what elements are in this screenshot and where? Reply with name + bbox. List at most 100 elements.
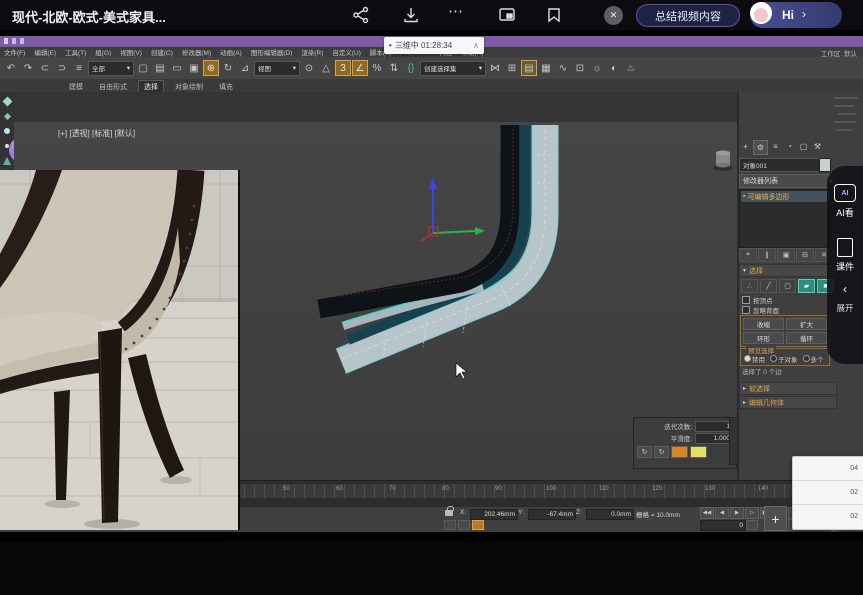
- select-object-icon[interactable]: ▢: [135, 60, 151, 76]
- window-crossing-icon[interactable]: ▣: [186, 60, 202, 76]
- preview-multi-radio[interactable]: 多个: [803, 354, 824, 364]
- ai-view-icon[interactable]: AI: [834, 184, 856, 202]
- ring-button[interactable]: 环形: [743, 332, 784, 344]
- bulb-icon[interactable]: [4, 128, 10, 134]
- set-key-icon[interactable]: [472, 520, 484, 530]
- download-icon[interactable]: [402, 6, 422, 24]
- modifier-list-dropdown[interactable]: 修改器列表▾: [739, 174, 837, 188]
- mirror-icon[interactable]: ⋈: [487, 60, 503, 76]
- ribbon-toggle-icon[interactable]: ▦: [538, 60, 554, 76]
- max-menu-icon[interactable]: [4, 38, 8, 44]
- menu-views[interactable]: 视图(V): [120, 47, 142, 57]
- named-selection-dropdown[interactable]: 创建选择集▾: [420, 61, 486, 76]
- close-icon[interactable]: ✕: [604, 6, 623, 25]
- caddy-yellow-swatch[interactable]: [690, 446, 707, 458]
- frame-number-field[interactable]: 0: [700, 520, 746, 531]
- tree-icon[interactable]: [3, 157, 11, 165]
- menu-graph-editors[interactable]: 图形编辑器(D): [251, 47, 293, 57]
- menu-customize[interactable]: 自定义(U): [332, 47, 361, 57]
- undo-icon[interactable]: ↶: [3, 60, 19, 76]
- utilities-tab-icon[interactable]: ⚒: [811, 140, 824, 153]
- hierarchy-tab-icon[interactable]: ≡: [769, 140, 782, 153]
- vertex-mode-icon[interactable]: ∴: [741, 279, 758, 293]
- menu-animation[interactable]: 动画(A): [220, 47, 242, 57]
- caddy-apply-icon[interactable]: ↻: [637, 446, 652, 458]
- dropdown-row[interactable]: 04: [793, 457, 863, 481]
- remove-modifier-icon[interactable]: ⊟: [796, 248, 814, 262]
- y-coordinate-field[interactable]: -67.4mm: [528, 509, 576, 520]
- redo-icon[interactable]: ↷: [20, 60, 36, 76]
- menu-file[interactable]: 文件(F): [4, 47, 25, 57]
- angle-snap-icon[interactable]: ∠: [352, 60, 368, 76]
- transform-gizmo[interactable]: [421, 177, 485, 241]
- sparkle-icon[interactable]: [2, 97, 12, 107]
- x-coordinate-field[interactable]: 202.46mm: [470, 509, 518, 520]
- courseware-icon[interactable]: [837, 238, 853, 257]
- z-coordinate-field[interactable]: 0.0mm: [586, 509, 634, 520]
- expand-label[interactable]: 展开: [827, 302, 863, 314]
- edit-geometry-rollout[interactable]: ▸编辑几何体: [739, 396, 837, 409]
- preview-subobj-radio[interactable]: 子对象: [770, 354, 798, 364]
- mini-player-icon[interactable]: [546, 6, 566, 24]
- menu-group[interactable]: 组(G): [95, 47, 111, 57]
- stack-item-editable-poly[interactable]: ▪可编辑多边形: [741, 191, 829, 202]
- grow-button[interactable]: 扩大: [786, 318, 827, 330]
- more-icon[interactable]: ⋯: [448, 2, 463, 20]
- selection-filter-dropdown[interactable]: 全部▾: [88, 61, 134, 76]
- max-undo-icon[interactable]: [20, 38, 24, 44]
- render-setup-icon[interactable]: ☼: [589, 60, 605, 76]
- display-tab-icon[interactable]: ▢: [797, 140, 810, 153]
- play-animation-icon[interactable]: ▶: [730, 507, 744, 519]
- courseware-label[interactable]: 课件: [827, 260, 863, 273]
- object-color-swatch[interactable]: [819, 158, 831, 172]
- max-save-icon[interactable]: [12, 38, 16, 44]
- caddy-row2-value[interactable]: 1.000: [695, 433, 733, 444]
- caddy-ok-icon[interactable]: ↻: [654, 446, 669, 458]
- edge-mode-icon[interactable]: ╱: [760, 279, 777, 293]
- border-mode-icon[interactable]: ▢: [779, 279, 796, 293]
- ai-view-label[interactable]: AI看: [827, 206, 863, 219]
- spinner-snap-icon[interactable]: ⇅: [386, 60, 402, 76]
- rect-region-icon[interactable]: ▭: [169, 60, 185, 76]
- pip-window-icon[interactable]: [498, 6, 518, 24]
- viewport-label[interactable]: [+] [透视] [标准] [默认]: [58, 128, 135, 139]
- isolate-toggle-icon[interactable]: [444, 520, 456, 530]
- selection-rollout-header[interactable]: ▾选择: [739, 264, 837, 277]
- next-frame-icon[interactable]: ▷: [745, 507, 759, 519]
- edit-named-sel-icon[interactable]: {}: [403, 60, 419, 76]
- motion-tab-icon[interactable]: ◔: [783, 140, 796, 153]
- select-by-name-icon[interactable]: ▤: [152, 60, 168, 76]
- bind-spacewarp-icon[interactable]: ≡: [71, 60, 87, 76]
- go-start-icon[interactable]: ◀◀: [700, 507, 714, 519]
- loop-button[interactable]: 循环: [786, 332, 827, 344]
- select-link-icon[interactable]: ⊂: [37, 60, 53, 76]
- align-icon[interactable]: ⊞: [504, 60, 520, 76]
- modify-tab-icon[interactable]: ⚙: [753, 140, 768, 155]
- shrink-button[interactable]: 收缩: [743, 318, 784, 330]
- by-vertex-checkbox[interactable]: 按顶点: [742, 295, 773, 305]
- collapse-chevron-icon[interactable]: ‹: [827, 282, 863, 296]
- select-scale-icon[interactable]: ⊿: [237, 60, 253, 76]
- share-icon[interactable]: [352, 6, 372, 24]
- chapter-tooltip[interactable]: • 三维中 01:28:34 ∧: [384, 37, 484, 54]
- percent-snap-icon[interactable]: %: [369, 60, 385, 76]
- schematic-view-icon[interactable]: ⊡: [572, 60, 588, 76]
- make-unique-icon[interactable]: ▣: [777, 248, 795, 262]
- select-rotate-icon[interactable]: ↻: [220, 60, 236, 76]
- create-tab-icon[interactable]: +: [739, 140, 752, 153]
- menu-rendering[interactable]: 渲染(R): [301, 47, 323, 57]
- snap-3d-icon[interactable]: 3: [335, 60, 351, 76]
- use-pivot-icon[interactable]: ⊙: [301, 60, 317, 76]
- modifier-stack[interactable]: ▪可编辑多边形: [739, 189, 831, 248]
- rendered-frame-icon[interactable]: ◐: [606, 60, 622, 76]
- unlink-icon[interactable]: ⊃: [54, 60, 70, 76]
- summarize-video-button[interactable]: 总结视频内容: [636, 4, 740, 27]
- prev-frame-icon[interactable]: ◀: [715, 507, 729, 519]
- preview-disable-radio[interactable]: 禁用: [744, 354, 765, 364]
- menu-create[interactable]: 创建(C): [151, 47, 173, 57]
- add-time-tag-button[interactable]: +: [764, 506, 787, 531]
- dropdown-row[interactable]: 02: [793, 481, 863, 505]
- layer-manager-icon[interactable]: ▤: [521, 60, 537, 76]
- caddy-orange-swatch[interactable]: [671, 446, 688, 458]
- polygon-mode-icon[interactable]: ▰: [798, 279, 815, 293]
